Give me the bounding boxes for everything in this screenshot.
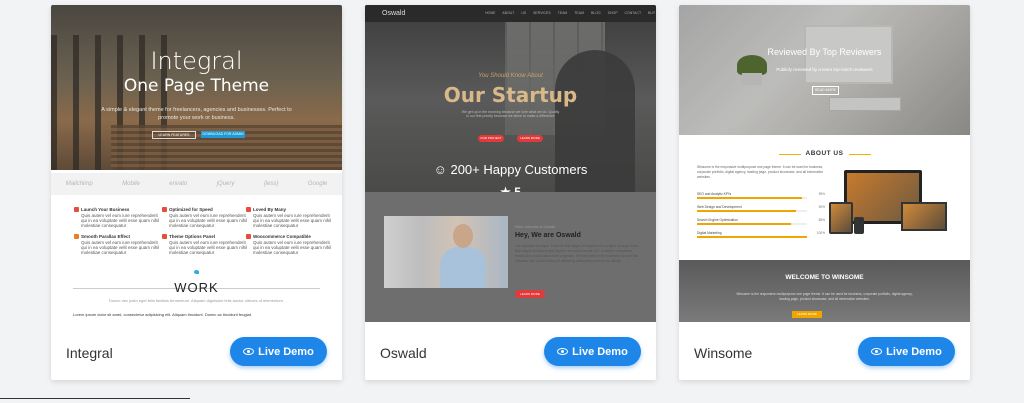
logo-google: Google — [307, 181, 328, 187]
integral-work-heading: WORK — [174, 280, 219, 295]
integral-hero-subtitle: One Page Theme — [123, 76, 270, 96]
live-demo-label: Live Demo — [886, 345, 942, 358]
theme-card-integral: Integral One Page Theme A simple & elega… — [51, 5, 342, 380]
skill-bar: Search Engine Optimization 85% — [697, 218, 825, 225]
live-demo-button[interactable]: Live Demo — [230, 337, 327, 366]
winsome-welcome-section — [679, 260, 970, 322]
theme-card-oswald: Oswald HOME ABOUT US SERVICES TEAM TEAM … — [365, 5, 656, 380]
live-demo-label: Live Demo — [258, 345, 314, 358]
logo-jquery: jQuery — [216, 181, 235, 187]
oswald-about-title: Hey, We are Oswald — [515, 232, 581, 239]
logo-mobile: Mobile — [122, 181, 140, 187]
winsome-about-text: Winsome is the responsive multipurpose o… — [697, 165, 824, 179]
integral-learn-button: LEARN FEATURES — [152, 131, 196, 139]
integral-work-sub: Donec nec justo eget felis facilisis fer… — [109, 298, 284, 303]
cart-icon — [246, 234, 251, 239]
logo-less: {less} — [263, 181, 279, 187]
feature-item: Loved By Many Quis autem vel eum iure rep… — [246, 207, 335, 228]
oswald-about-text: Our approach is simple. From the first s… — [515, 244, 639, 263]
gear-icon — [162, 234, 167, 239]
divider — [0, 398, 190, 399]
integral-preview[interactable]: Integral One Page Theme A simple & elega… — [51, 5, 342, 322]
winsome-welcome-button: LEARN MORE — [792, 311, 822, 318]
skill-bar: Web Design and Development 90% — [697, 205, 825, 212]
logo-mailchimp: Mailchimp — [65, 181, 93, 187]
person-head — [453, 224, 473, 248]
oswald-about-section: Hello, welcome to Oswald Hey, We are Osw… — [365, 192, 656, 322]
integral-work-text: Lorem ipsum dolor sit amet, consectetur … — [73, 312, 252, 317]
oswald-hero-desc: We get up in the morning because we love… — [461, 110, 560, 118]
winsome-hero-subtitle: Publicly reviewed by a team top-notch re… — [776, 67, 873, 72]
logo-envato: envato — [169, 181, 188, 187]
winsome-about-heading: ABOUT US — [805, 150, 844, 157]
eye-icon — [871, 348, 883, 355]
integral-hero-desc: A simple & elegant theme for freelancers… — [101, 107, 292, 121]
feature-item: Launch Your Business Quis autem vel eum i… — [74, 207, 163, 228]
oswald-about-kicker: Hello, welcome to Oswald — [515, 225, 556, 229]
phone-device — [854, 217, 864, 234]
winsome-readmore-button: READ MORE — [812, 86, 839, 95]
live-demo-button[interactable]: Live Demo — [858, 337, 955, 366]
winsome-welcome-title: WELCOME TO WINSOME — [785, 274, 864, 281]
eye-icon — [557, 348, 569, 355]
skill-bar: Digital Marketing 100% — [697, 231, 825, 238]
theme-card-winsome: Reviewed By Top Reviewers Publicly revie… — [679, 5, 970, 380]
eye-icon — [243, 348, 255, 355]
theme-name: Oswald — [380, 345, 427, 361]
feature-item: Theme Options Panel Quis autem vel eum iu… — [162, 234, 251, 255]
oswald-nav-items: HOME ABOUT US SERVICES TEAM TEAM BLOG SH… — [485, 11, 656, 15]
integral-logo-strip: Mailchimp Mobile envato jQuery {less} Go… — [51, 173, 342, 195]
heart-icon — [246, 207, 251, 212]
oswald-learn-button: LEARN MORE — [517, 135, 543, 142]
live-demo-label: Live Demo — [572, 345, 628, 358]
theme-name: Winsome — [694, 345, 753, 361]
feature-item: Smooth Parallax Effect Quis autem vel eum… — [74, 234, 163, 255]
oswald-navbar: Oswald HOME ABOUT US SERVICES TEAM TEAM … — [365, 5, 656, 22]
divider — [849, 154, 871, 155]
oswald-preview[interactable]: Oswald HOME ABOUT US SERVICES TEAM TEAM … — [365, 5, 656, 322]
happy-customers-stat: ☺ 200+ Happy Customers — [433, 162, 588, 177]
tablet-device — [829, 202, 853, 234]
theme-name: Integral — [66, 345, 113, 361]
rocket-icon — [74, 207, 79, 212]
speed-icon — [162, 207, 167, 212]
bird-icon — [194, 270, 199, 274]
oswald-project-button: OUR PROJECT — [478, 135, 504, 142]
happy-customers-label: 200+ Happy Customers — [450, 162, 588, 177]
feature-item: Optimized for Speed Quis autem vel eum iu… — [162, 207, 251, 228]
parallax-icon — [74, 234, 79, 239]
oswald-hero-title: Our Startup — [443, 83, 578, 107]
oswald-logo: Oswald — [382, 10, 406, 17]
person-body — [440, 247, 486, 288]
integral-hero-title: Integral — [150, 47, 243, 75]
integral-download-button: DOWNLOAD FOR ADMIN — [201, 131, 245, 138]
oswald-kicker: You Should Know About — [478, 73, 543, 79]
live-demo-button[interactable]: Live Demo — [544, 337, 641, 366]
winsome-welcome-text: Winsome is the responsive multipurpose o… — [736, 292, 913, 301]
oswald-about-button: LEARN MORE — [515, 290, 545, 298]
skill-bar: SEO and Analytic KPI's 95% — [697, 192, 825, 199]
feature-item: Woocommerce Compatible Quis autem vel eum… — [246, 234, 335, 255]
laptop-device — [901, 202, 947, 231]
winsome-hero-title: Reviewed By Top Reviewers — [767, 47, 882, 57]
winsome-preview[interactable]: Reviewed By Top Reviewers Publicly revie… — [679, 5, 970, 322]
